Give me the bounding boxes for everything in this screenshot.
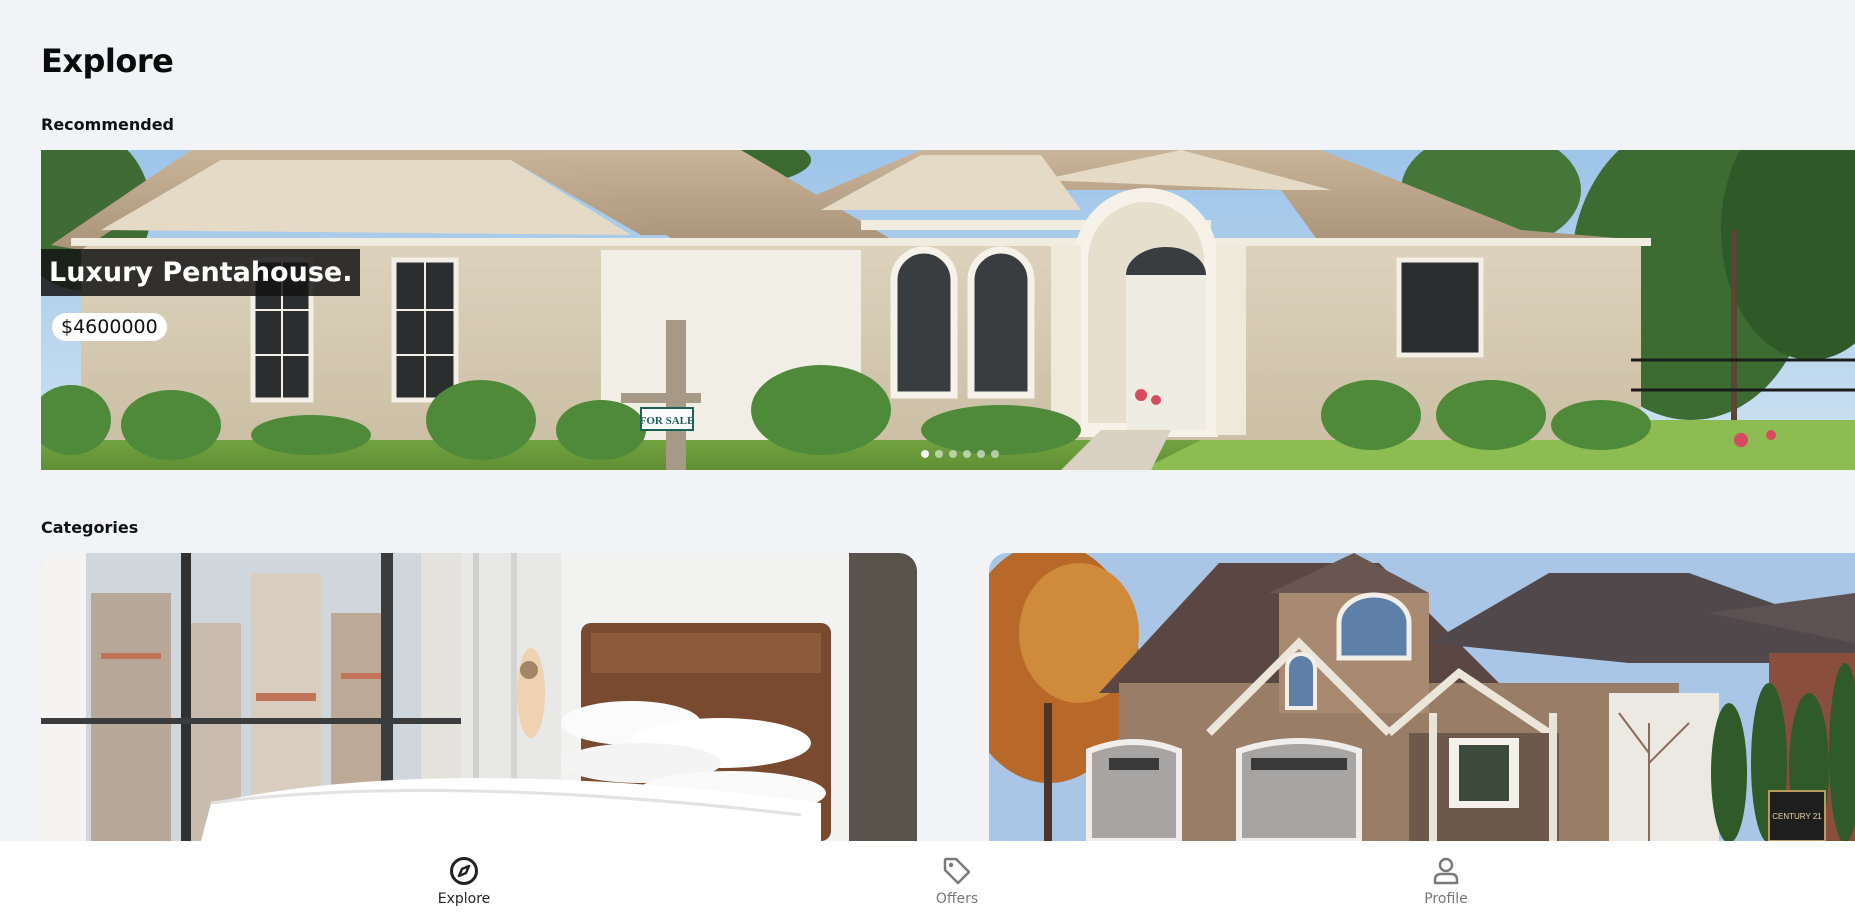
category-card-house[interactable]: CENTURY 21 <box>989 553 1855 841</box>
carousel-dot[interactable] <box>977 450 985 458</box>
nav-profile-label: Profile <box>1424 891 1468 907</box>
bottom-navigation: Explore Offers Profile <box>0 841 1855 921</box>
recommended-section-label: Recommended <box>41 115 174 134</box>
carousel-dot[interactable] <box>935 450 943 458</box>
nav-offers-label: Offers <box>935 891 979 907</box>
carousel-dot[interactable] <box>963 450 971 458</box>
carousel-dot[interactable] <box>949 450 957 458</box>
person-icon <box>1433 857 1459 885</box>
category-card-apartment[interactable] <box>41 553 917 841</box>
house-photo: FOR SALE <box>41 150 1855 470</box>
page-title: Explore <box>41 42 174 80</box>
recommended-title[interactable]: Luxury Pentahouse. <box>41 249 361 296</box>
recommended-price-badge: $4600000 <box>52 313 167 341</box>
bedroom-photo <box>41 553 917 841</box>
brick-house-photo: CENTURY 21 <box>989 553 1855 841</box>
recommended-carousel[interactable]: FOR SALE Luxury Pentahouse. $4600000 <box>41 150 1855 470</box>
carousel-dot[interactable] <box>991 450 999 458</box>
nav-offers[interactable]: Offers <box>897 855 1017 907</box>
carousel-pagination <box>921 450 999 458</box>
compass-icon <box>450 857 478 885</box>
house-photo-sign-text: FOR SALE <box>640 415 695 427</box>
carousel-dot[interactable] <box>921 450 929 458</box>
nav-profile[interactable]: Profile <box>1386 855 1506 907</box>
explore-scroll-area[interactable]: Explore Recommended FOR SALE Luxury Pent… <box>0 0 1855 841</box>
categories-section-label: Categories <box>41 518 139 537</box>
brick-house-sign-text: CENTURY 21 <box>1772 812 1822 821</box>
nav-explore[interactable]: Explore <box>404 855 524 907</box>
tag-icon <box>943 857 971 885</box>
explore-screen: Explore Recommended FOR SALE Luxury Pent… <box>0 0 1855 921</box>
nav-explore-label: Explore <box>437 891 491 907</box>
